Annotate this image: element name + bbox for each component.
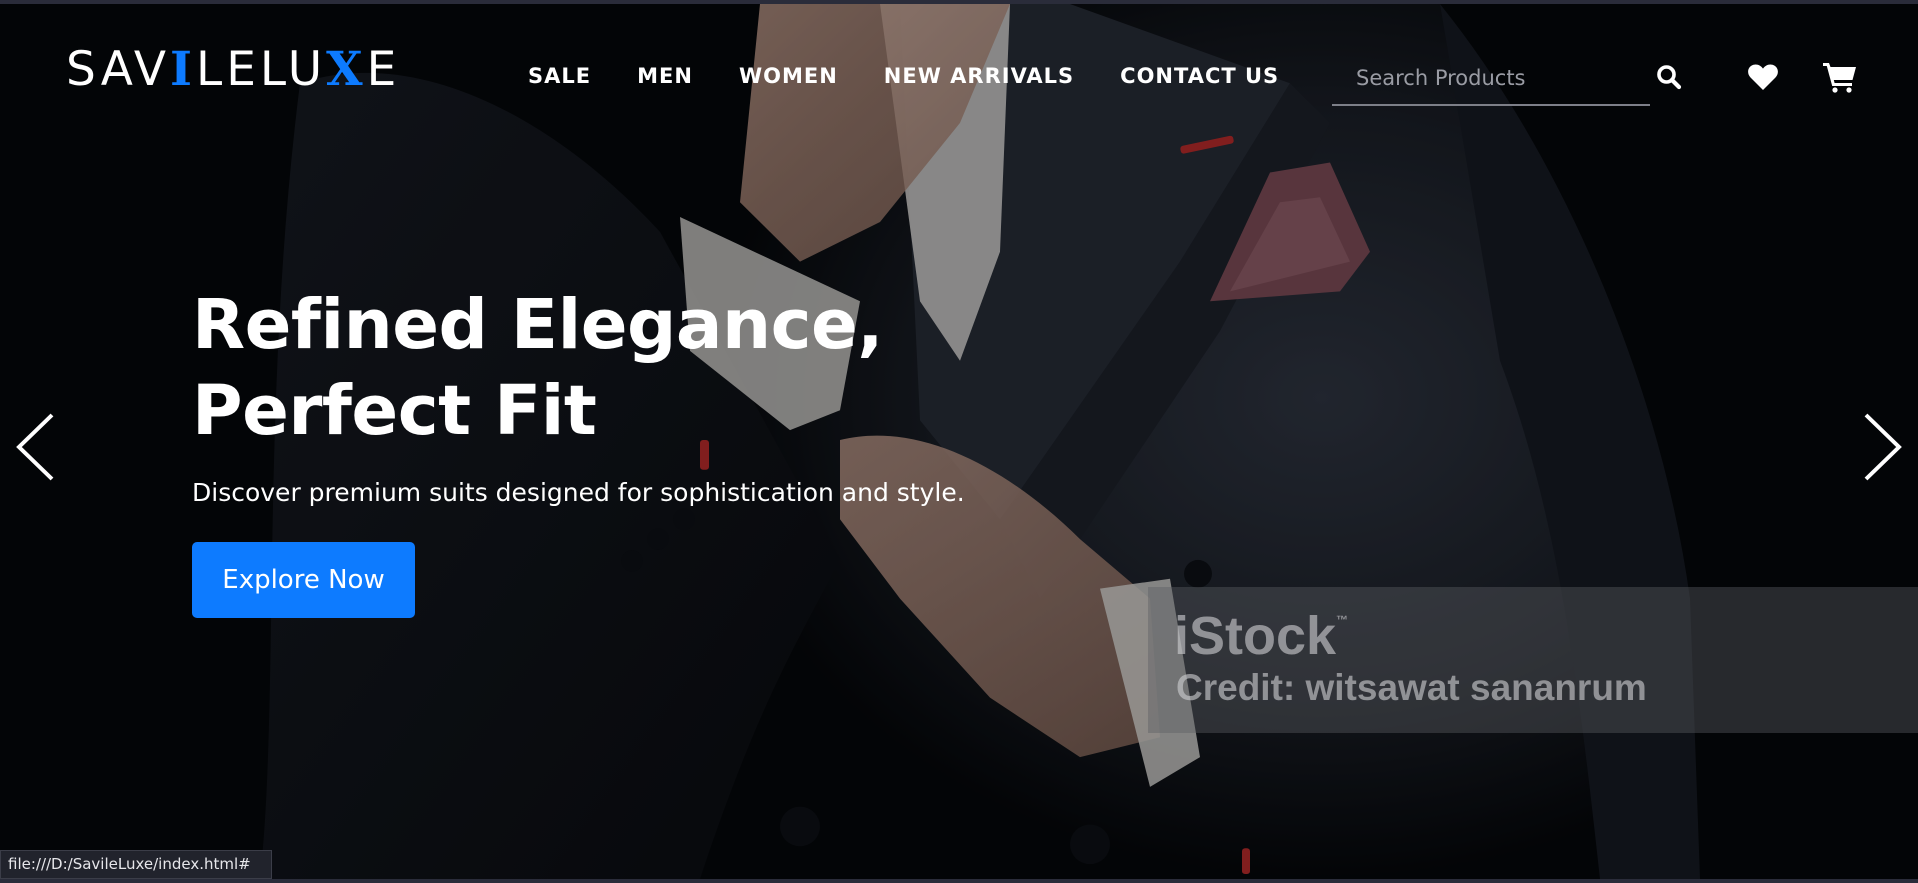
main-nav: SALE MEN WOMEN NEW ARRIVALS CONTACT US — [528, 62, 1279, 90]
chevron-right-icon — [1864, 413, 1902, 481]
search-input[interactable] — [1332, 56, 1650, 100]
search-box — [1332, 56, 1650, 106]
search-button[interactable] — [1652, 60, 1686, 94]
hero-title-line-2: Perfect Fit — [192, 371, 597, 451]
hero-carousel: SAVILELUXE SALE MEN WOMEN NEW ARRIVALS C… — [0, 0, 1918, 883]
hero-title-line-1: Refined Elegance, — [192, 285, 884, 365]
brand-logo-accent-i: I — [170, 42, 197, 97]
explore-now-button[interactable]: Explore Now — [192, 542, 415, 618]
brand-logo-accent-x: X — [326, 42, 367, 97]
cart-icon — [1823, 63, 1856, 93]
hero-subtitle: Discover premium suits designed for soph… — [192, 478, 965, 507]
wishlist-button[interactable] — [1745, 60, 1781, 94]
carousel-prev-button[interactable] — [14, 412, 56, 486]
cart-button[interactable] — [1820, 58, 1860, 96]
hero-title: Refined Elegance, Perfect Fit — [192, 282, 884, 454]
watermark-credit: Credit: witsawat sananrum — [1176, 667, 1647, 708]
chevron-left-icon — [16, 413, 54, 481]
nav-link-contact-us[interactable]: CONTACT US — [1120, 62, 1279, 90]
carousel-next-button[interactable] — [1862, 412, 1904, 486]
heart-icon — [1748, 64, 1778, 90]
status-bar-url: file:///D:/SavileLuxe/index.html# — [0, 850, 272, 879]
nav-link-men[interactable]: MEN — [637, 62, 693, 90]
nav-link-women[interactable]: WOMEN — [739, 62, 838, 90]
watermark-brand: iStock™ — [1174, 606, 1349, 666]
brand-logo[interactable]: SAVILELUXE — [66, 42, 400, 98]
nav-link-new-arrivals[interactable]: NEW ARRIVALS — [884, 62, 1074, 90]
search-icon — [1657, 65, 1682, 90]
nav-link-sale[interactable]: SALE — [528, 62, 591, 90]
stock-watermark: iStock™ Credit: witsawat sananrum — [1148, 587, 1918, 733]
